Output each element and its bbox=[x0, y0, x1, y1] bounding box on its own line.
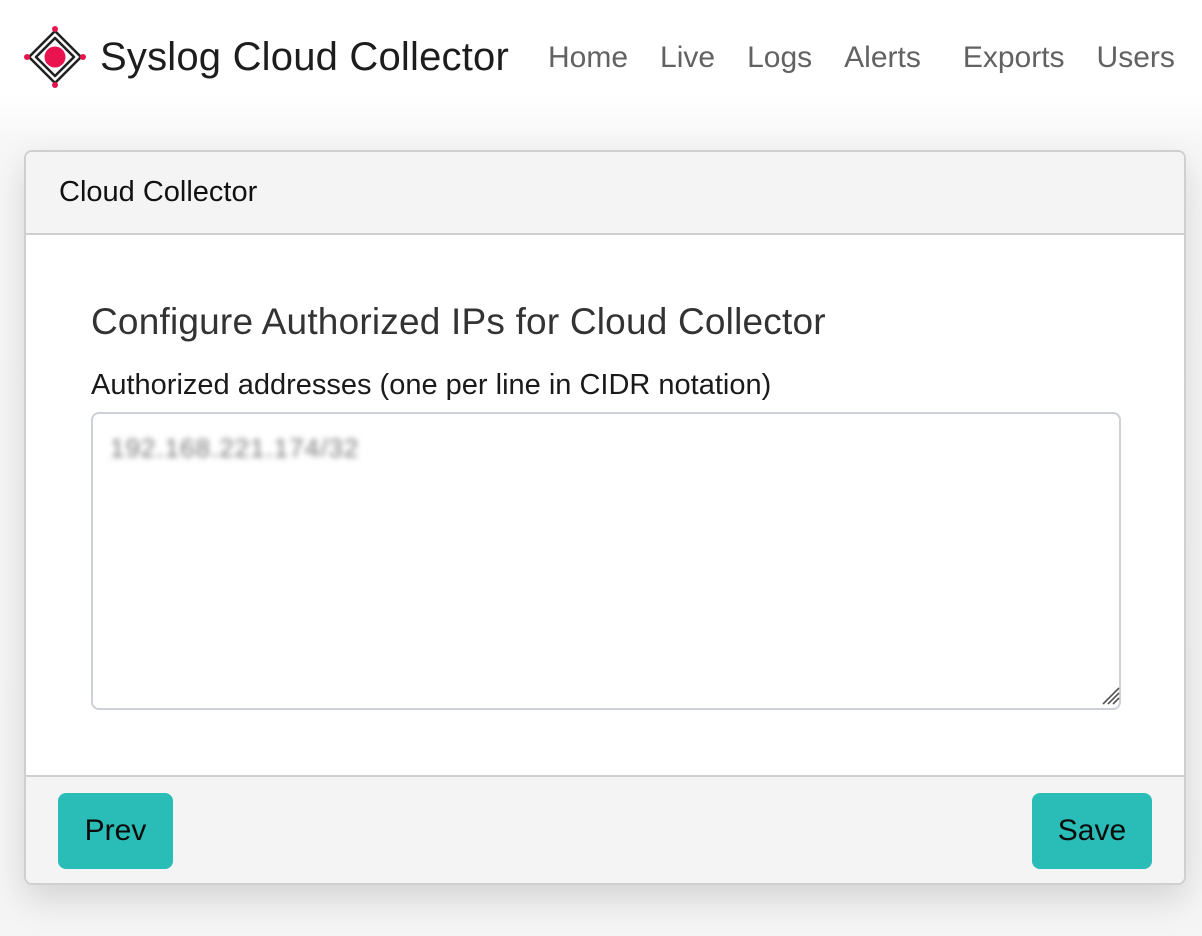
brand[interactable]: Syslog Cloud Collector bbox=[20, 22, 509, 92]
nav-logs[interactable]: Logs bbox=[747, 41, 812, 75]
save-button[interactable]: Save bbox=[1032, 793, 1152, 869]
nav-live[interactable]: Live bbox=[660, 41, 715, 75]
page: Syslog Cloud Collector Home Live Logs Al… bbox=[0, 0, 1202, 936]
card-body: Configure Authorized IPs for Cloud Colle… bbox=[26, 235, 1184, 775]
nav-users[interactable]: Users bbox=[1097, 41, 1175, 75]
brand-name: Syslog Cloud Collector bbox=[100, 34, 510, 79]
nav-exports[interactable]: Exports bbox=[963, 41, 1065, 75]
top-header: Syslog Cloud Collector Home Live Logs Al… bbox=[0, 0, 1202, 112]
nav-alerts[interactable]: Alerts bbox=[844, 41, 921, 75]
card-title: Cloud Collector bbox=[59, 176, 258, 208]
resize-handle-icon[interactable] bbox=[1100, 685, 1120, 705]
card-footer: Prev Save bbox=[26, 775, 1184, 883]
main-nav: Home Live Logs Alerts Exports Users bbox=[532, 38, 1191, 78]
syslog-logo-icon bbox=[24, 26, 86, 88]
authorized-addresses-label: Authorized addresses (one per line in CI… bbox=[91, 369, 772, 401]
authorized-addresses-value: 192.168.221.174/32 bbox=[110, 433, 360, 463]
section-title: Configure Authorized IPs for Cloud Colle… bbox=[91, 301, 826, 342]
card-header: Cloud Collector bbox=[26, 152, 1184, 235]
nav-home[interactable]: Home bbox=[548, 41, 628, 75]
prev-button[interactable]: Prev bbox=[58, 793, 173, 869]
cloud-collector-card: Cloud Collector Configure Authorized IPs… bbox=[24, 150, 1186, 885]
